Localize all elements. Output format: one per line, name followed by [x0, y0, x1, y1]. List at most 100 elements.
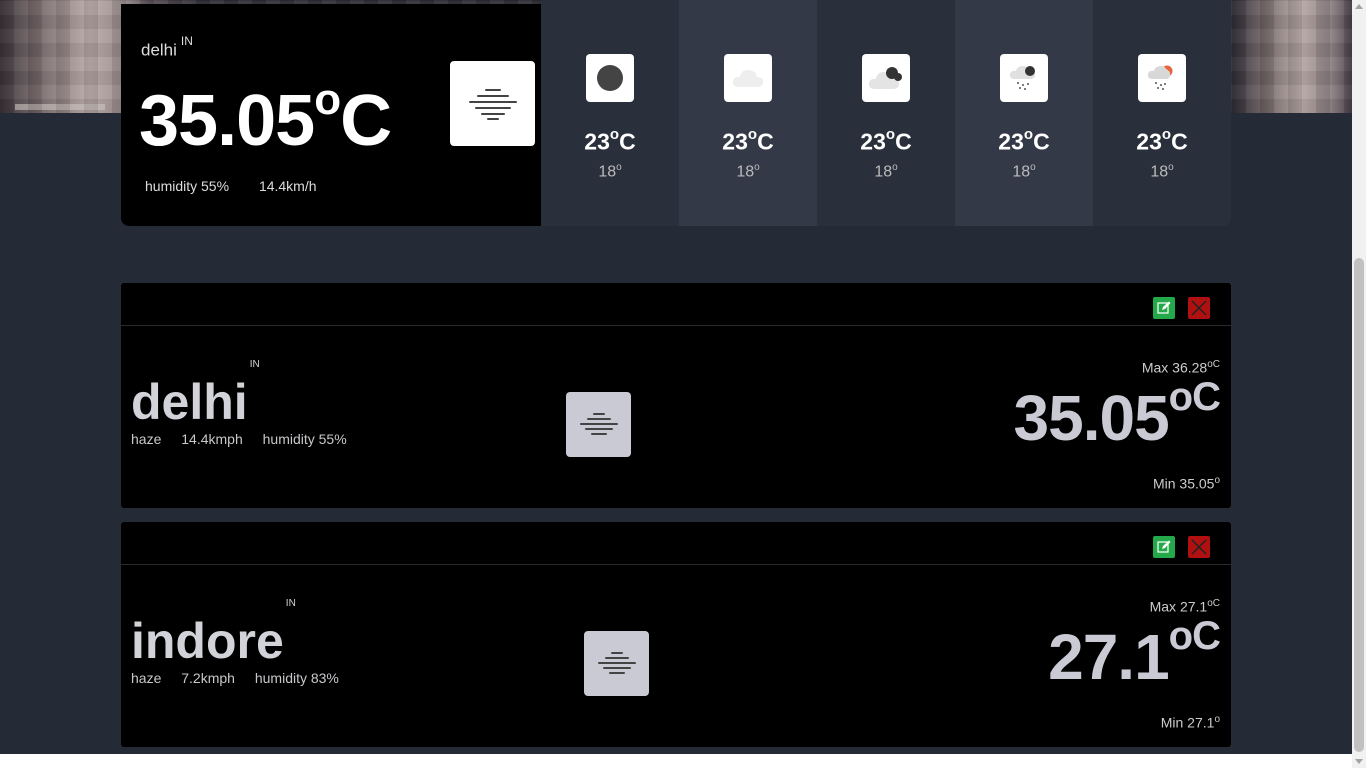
edit-button[interactable] — [1153, 297, 1175, 319]
card-wind: 7.2kmph — [181, 670, 235, 686]
forecast-max-unit: C — [1033, 128, 1050, 155]
forecast-max: 23oC — [1093, 126, 1231, 156]
cloudy-night-icon — [862, 54, 910, 102]
forecast-min-value: 18 — [1012, 163, 1031, 181]
current-city: delhi IN — [141, 34, 193, 61]
forecast-max: 23oC — [541, 126, 679, 156]
scroll-up-arrow-icon[interactable] — [1355, 4, 1363, 9]
card-min: Min 35.05o — [1153, 475, 1220, 492]
delete-button[interactable] — [1188, 297, 1210, 319]
city-card-delhi: delhiIN haze 14.4kmph humidity 55% Max 3… — [121, 283, 1231, 508]
forecast-max-unit: C — [619, 128, 636, 155]
card-max-unit: oC — [1207, 359, 1220, 370]
card-max: Max 27.1oC — [1150, 598, 1220, 615]
haze-icon — [566, 392, 631, 457]
edit-icon — [1157, 301, 1171, 314]
forecast-day: 23oC 18o — [1093, 0, 1231, 226]
card-city-name: indore — [131, 613, 284, 669]
edit-button[interactable] — [1153, 536, 1175, 558]
forecast-max-degree: o — [1023, 126, 1034, 143]
current-humidity: humidity 55% — [145, 178, 230, 194]
close-icon — [1191, 539, 1207, 555]
forecast-strip: 23oC 18o 23oC 18o 23oC 18o 23oC 18o 23oC… — [541, 0, 1231, 226]
current-temp-unit: C — [340, 81, 392, 161]
card-humidity: humidity 83% — [254, 670, 339, 686]
current-city-name: delhi — [141, 40, 177, 60]
forecast-max-unit: C — [757, 128, 774, 155]
forecast-max-value: 23 — [722, 128, 748, 155]
forecast-max-degree: o — [747, 126, 758, 143]
forecast-max-unit: C — [1171, 128, 1188, 155]
card-min: Min 27.1o — [1161, 714, 1220, 731]
forecast-max: 23oC — [817, 126, 955, 156]
cloud-icon — [724, 54, 772, 102]
card-temperature: 35.05oC — [1013, 375, 1221, 455]
scrollbar-thumb[interactable] — [1354, 258, 1364, 752]
forecast-min: 18o — [679, 162, 817, 181]
card-min-degree: o — [1214, 714, 1220, 725]
forecast-min-degree: o — [616, 162, 622, 173]
card-wind: 14.4kmph — [181, 431, 243, 447]
forecast-max-degree: o — [1161, 126, 1172, 143]
current-country-code: IN — [180, 34, 193, 48]
current-meta: humidity 55% 14.4km/h — [145, 178, 343, 194]
forecast-max-unit: C — [895, 128, 912, 155]
night-rain-icon — [1000, 54, 1048, 102]
haze-icon — [450, 61, 535, 146]
current-wind: 14.4km/h — [258, 178, 317, 194]
forecast-min-value: 18 — [1150, 163, 1169, 181]
current-weather-panel: delhi IN 35.05oC humidity 55% 14.4km/h — [121, 4, 541, 226]
forecast-min-degree: o — [1030, 162, 1036, 173]
forecast-min: 18o — [955, 162, 1093, 181]
card-header — [121, 522, 1231, 565]
card-condition: haze — [131, 431, 162, 447]
clear-night-icon — [586, 54, 634, 102]
forecast-min: 18o — [541, 162, 679, 181]
forecast-max: 23oC — [955, 126, 1093, 156]
forecast-day: 23oC 18o — [541, 0, 679, 226]
forecast-max-value: 23 — [998, 128, 1024, 155]
forecast-day: 23oC 18o — [817, 0, 955, 226]
forecast-min: 18o — [1093, 162, 1231, 181]
forecast-max-value: 23 — [584, 128, 610, 155]
card-temp-value: 27.1 — [1048, 621, 1170, 693]
card-min-value: Min 27.1 — [1160, 714, 1215, 731]
card-max: Max 36.28oC — [1142, 359, 1220, 376]
forecast-min: 18o — [817, 162, 955, 181]
forecast-min-value: 18 — [736, 163, 755, 181]
card-min-value: Min 35.05 — [1152, 475, 1215, 492]
card-max-value: Max 27.1 — [1149, 598, 1208, 615]
card-temperature: 27.1oC — [1048, 614, 1221, 694]
forecast-max-value: 23 — [1136, 128, 1162, 155]
haze-icon — [584, 631, 649, 696]
card-condition: haze — [131, 670, 162, 686]
card-city-name: delhi — [131, 374, 248, 430]
card-meta: haze 14.4kmph humidity 55% — [131, 431, 363, 447]
card-meta: haze 7.2kmph humidity 83% — [131, 670, 355, 686]
city-card-indore: indoreIN haze 7.2kmph humidity 83% Max 2… — [121, 522, 1231, 747]
forecast-max: 23oC — [679, 126, 817, 156]
forecast-day: 23oC 18o — [955, 0, 1093, 226]
card-country-code: IN — [249, 359, 260, 371]
close-icon — [1191, 300, 1207, 316]
scroll-down-arrow-icon[interactable] — [1355, 759, 1363, 764]
card-temp-unit: oC — [1168, 613, 1221, 658]
card-humidity: humidity 55% — [262, 431, 347, 447]
forecast-day: 23oC 18o — [679, 0, 817, 226]
current-temp-value: 35.05 — [139, 81, 315, 161]
card-city: indoreIN — [131, 598, 296, 670]
current-temperature: 35.05oC — [139, 75, 392, 162]
card-max-value: Max 36.28 — [1141, 359, 1208, 376]
card-temp-value: 35.05 — [1013, 382, 1170, 454]
forecast-min-value: 18 — [874, 163, 893, 181]
forecast-min-degree: o — [892, 162, 898, 173]
forecast-min-degree: o — [754, 162, 760, 173]
vertical-scrollbar[interactable] — [1352, 0, 1366, 768]
delete-button[interactable] — [1188, 536, 1210, 558]
card-min-degree: o — [1214, 475, 1220, 486]
card-max-unit: oC — [1207, 598, 1220, 609]
card-temp-unit: oC — [1168, 374, 1221, 419]
card-country-code: IN — [285, 598, 296, 610]
forecast-min-degree: o — [1168, 162, 1174, 173]
edit-icon — [1157, 540, 1171, 553]
